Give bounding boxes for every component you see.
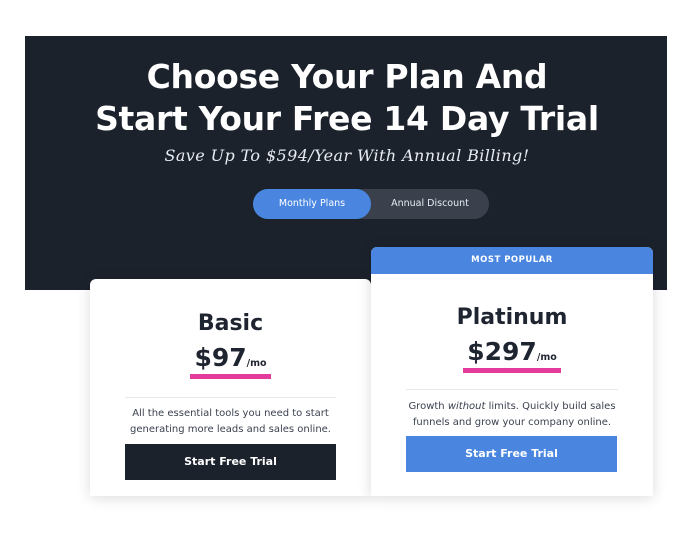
divider: [125, 397, 336, 398]
plan-name: Basic: [197, 311, 264, 336]
start-free-trial-button-platinum[interactable]: Start Free Trial: [406, 436, 617, 472]
price-amount: $97: [194, 343, 247, 372]
divider: [406, 389, 618, 390]
price-group: $97/mo: [190, 343, 271, 379]
plan-price: $297/mo: [371, 337, 653, 373]
price-group: $297/mo: [463, 337, 561, 373]
title-line-1: Choose Your Plan And: [146, 57, 548, 96]
page-title: Choose Your Plan And Start Your Free 14 …: [0, 56, 694, 140]
plan-card-platinum: MOST POPULAR Platinum $297/mo Growth wit…: [371, 247, 653, 496]
description-emphasis: without: [447, 401, 486, 412]
start-free-trial-button-basic[interactable]: Start Free Trial: [125, 444, 336, 480]
plan-name: Platinum: [456, 305, 568, 330]
plan-price: $97/mo: [90, 343, 371, 379]
price-amount: $297: [467, 337, 537, 366]
title-line-2: Start Your Free 14 Day Trial: [95, 99, 599, 138]
toggle-annual-discount[interactable]: Annual Discount: [371, 189, 489, 219]
price-underline: [463, 368, 561, 373]
plan-card-basic: Basic $97/mo All the essential tools you…: [90, 279, 371, 496]
plan-description: Growth without limits. Quickly build sal…: [391, 399, 633, 430]
plan-description: All the essential tools you need to star…: [129, 408, 331, 435]
description-start: Growth: [408, 401, 448, 412]
toggle-monthly-plans[interactable]: Monthly Plans: [253, 189, 371, 219]
hero-subtitle: Save Up To $594/Year With Annual Billing…: [164, 146, 530, 165]
most-popular-badge: MOST POPULAR: [371, 247, 653, 274]
price-underline: [190, 374, 271, 379]
price-unit: /mo: [536, 352, 557, 363]
price-unit: /mo: [246, 358, 267, 369]
pricing-page: Choose Your Plan And Start Your Free 14 …: [0, 0, 694, 534]
billing-toggle[interactable]: Monthly Plans Annual Discount: [253, 189, 489, 219]
